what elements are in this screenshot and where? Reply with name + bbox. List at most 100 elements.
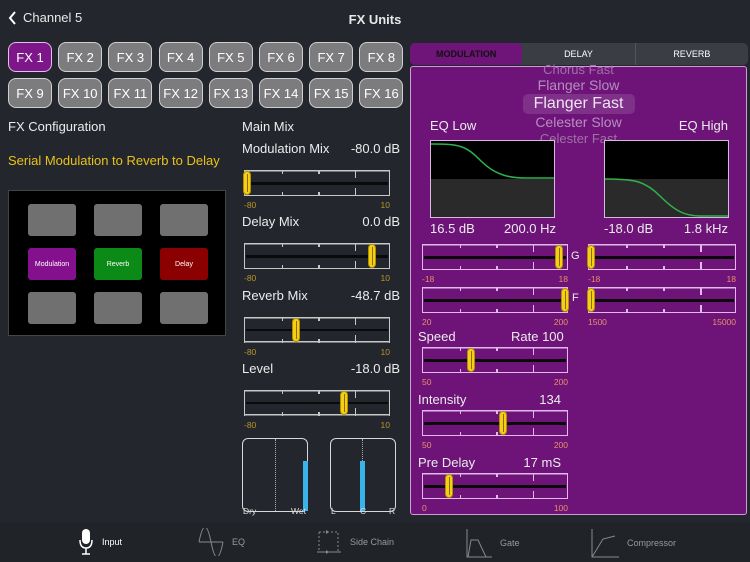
picker-item[interactable]: Celester Slow <box>501 114 656 131</box>
param-slider-pre-delay[interactable] <box>422 473 568 499</box>
fx-button-12[interactable]: FX 12 <box>158 78 203 108</box>
fx-button-10[interactable]: FX 10 <box>58 78 103 108</box>
slider-tick <box>281 411 283 416</box>
slider-thumb[interactable] <box>339 390 348 415</box>
fx-button-9[interactable]: FX 9 <box>8 78 52 108</box>
slider-tick <box>496 309 498 313</box>
param-label: Pre Delay <box>418 455 476 470</box>
slider-tick <box>281 389 283 394</box>
compressor-icon <box>591 529 619 558</box>
slider-min-label: 1500 <box>588 317 607 327</box>
slider-thumb[interactable] <box>243 171 251 195</box>
fx-button-11[interactable]: FX 11 <box>108 78 153 108</box>
sine-wave-icon <box>198 528 224 556</box>
nav-eq[interactable]: EQ <box>198 528 245 556</box>
routing-slot-empty[interactable] <box>94 292 142 324</box>
slider-thumb[interactable] <box>292 317 300 342</box>
fx-button-8[interactable]: FX 8 <box>359 42 404 72</box>
wet-label: Wet <box>291 506 306 516</box>
slider-tick <box>318 338 320 343</box>
nav-side-chain[interactable]: Side Chain <box>316 528 394 556</box>
routing-slot-empty[interactable] <box>28 292 76 324</box>
slider-tick <box>700 262 702 270</box>
nav-compressor[interactable]: Compressor <box>591 528 676 558</box>
slider-min-label: -18 <box>588 274 601 284</box>
routing-slot-empty[interactable] <box>160 204 208 236</box>
routing-slot-empty[interactable] <box>94 204 142 236</box>
fx-button-3[interactable]: FX 3 <box>108 42 153 72</box>
fx-button-14[interactable]: FX 14 <box>259 78 303 108</box>
param-value: 17 mS <box>523 455 561 470</box>
slider-tick <box>532 287 534 295</box>
routing-block-delay[interactable]: Delay <box>160 248 208 280</box>
eq-high-gain-slider[interactable] <box>587 244 736 270</box>
slider-thumb[interactable] <box>587 245 595 269</box>
eq-low-gain-slider[interactable] <box>422 244 568 270</box>
slider-tick <box>663 287 665 291</box>
slider-tick <box>459 432 461 436</box>
mix-value: 0.0 dB <box>362 214 400 230</box>
nav-gate[interactable]: Gate <box>466 528 520 558</box>
routing-block-reverb[interactable]: Reverb <box>94 248 142 280</box>
fx-button-6[interactable]: FX 6 <box>259 42 303 72</box>
routing-slot-empty[interactable] <box>160 292 208 324</box>
nav-eq-label: EQ <box>232 537 246 547</box>
picker-item-selected[interactable]: Flanger Fast <box>522 94 635 114</box>
eq-low-freq: 200.0 Hz <box>504 221 557 236</box>
slider-thumb[interactable] <box>444 474 453 498</box>
nav-input[interactable]: Input <box>78 528 122 556</box>
main-mix-title: Main Mix <box>242 119 295 134</box>
slider-max-label: 18 <box>726 274 736 284</box>
slider-max-label: 200 <box>553 440 568 450</box>
eq-high-freq-slider[interactable] <box>587 287 736 313</box>
mix-slider-delay-mix[interactable] <box>244 243 390 270</box>
eq-low-freq-slider[interactable] <box>422 287 569 313</box>
fx-button-16[interactable]: FX 16 <box>359 78 404 108</box>
slider-track <box>424 299 566 302</box>
slider-track <box>424 422 566 425</box>
slider-min-label: 50 <box>422 440 432 450</box>
fx-button-1[interactable]: FX 1 <box>8 42 52 72</box>
slider-tick <box>281 338 283 343</box>
eq-high-graph <box>604 140 729 218</box>
slider-thumb[interactable] <box>561 288 569 312</box>
slider-tick <box>532 365 534 373</box>
tab-modulation[interactable]: MODULATION <box>410 43 523 65</box>
fx-button-4[interactable]: FX 4 <box>158 42 203 72</box>
slider-track <box>424 256 566 259</box>
fx-config-description: Serial Modulation to Reverb to Delay <box>8 153 220 168</box>
param-slider-intensity[interactable] <box>422 410 568 436</box>
mix-slider-level[interactable] <box>244 389 390 416</box>
slider-tick <box>496 347 498 351</box>
routing-block-modulation[interactable]: Modulation <box>28 248 76 280</box>
param-slider-speed[interactable] <box>422 347 568 373</box>
eq-low-gain: 16.5 dB <box>430 221 475 236</box>
mix-slider-modulation-mix[interactable] <box>243 170 390 196</box>
slider-tick <box>496 266 498 270</box>
slider-thumb[interactable] <box>555 245 564 269</box>
picker-item[interactable]: Chorus Fast <box>501 63 656 77</box>
slider-tick <box>459 266 461 270</box>
nav-gate-label: Gate <box>500 538 520 548</box>
mix-slider-reverb-mix[interactable] <box>244 316 390 343</box>
fx-button-13[interactable]: FX 13 <box>208 78 253 108</box>
slider-thumb[interactable] <box>587 288 595 312</box>
fx-button-7[interactable]: FX 7 <box>309 42 354 72</box>
slider-thumb[interactable] <box>467 348 476 372</box>
fx-button-2[interactable]: FX 2 <box>58 42 103 72</box>
mix-label: Reverb Mix <box>242 287 308 303</box>
picker-item[interactable]: Flanger Slow <box>501 77 656 94</box>
routing-slot-empty[interactable] <box>28 204 76 236</box>
slider-max-label: 200 <box>553 317 568 327</box>
slider-min-label: -18 <box>422 274 435 284</box>
fx-button-15[interactable]: FX 15 <box>309 78 354 108</box>
slider-tick <box>496 495 498 499</box>
slider-thumb[interactable] <box>367 244 376 269</box>
mix-label: Delay Mix <box>242 214 300 230</box>
tab-reverb[interactable]: REVERB <box>636 43 748 65</box>
slider-thumb[interactable] <box>499 411 508 435</box>
fx-button-5[interactable]: FX 5 <box>208 42 253 72</box>
nav-side-chain-label: Side Chain <box>350 537 395 547</box>
slider-tick <box>626 309 628 313</box>
preset-picker[interactable]: Chorus Fast Flanger Slow Flanger Fast Ce… <box>501 63 656 147</box>
